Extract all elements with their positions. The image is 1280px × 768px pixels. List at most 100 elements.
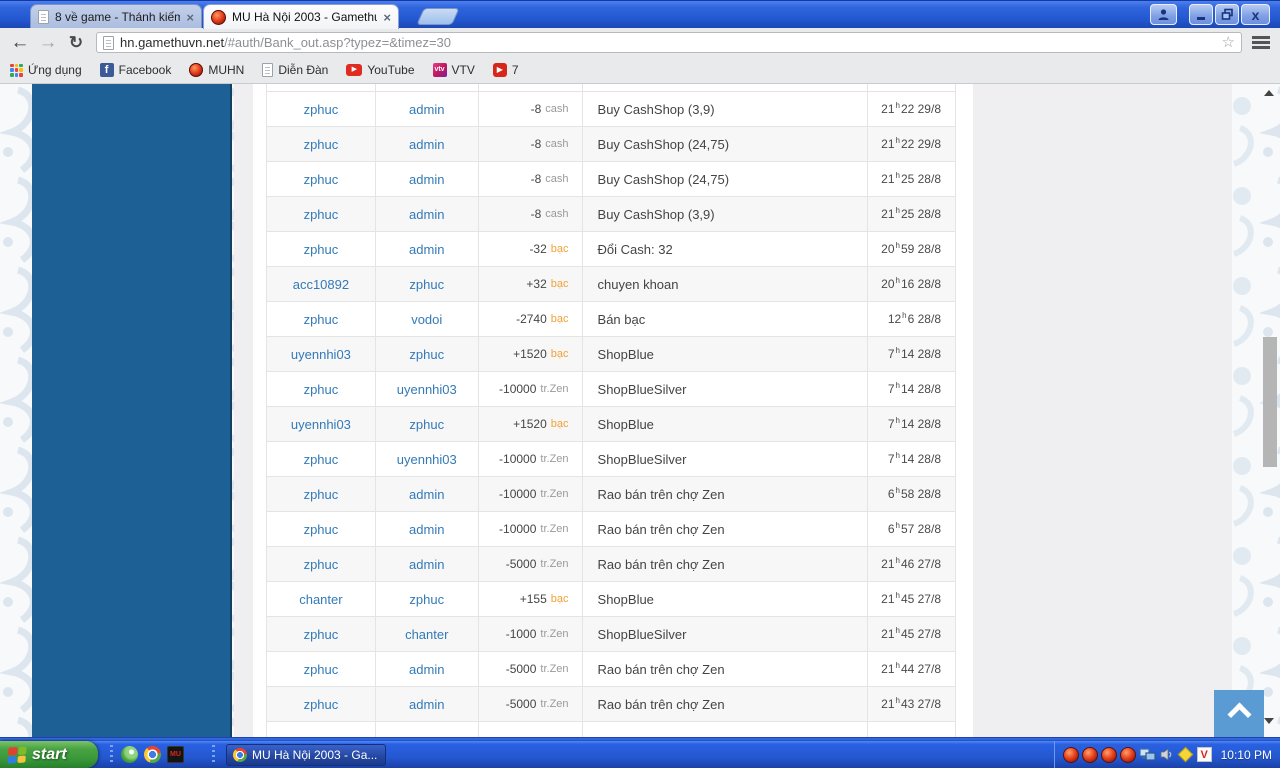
from-user-link[interactable]: zphuc [304,207,339,222]
forward-button[interactable]: → [34,32,62,54]
table-row: zphuc admin -5000 tr.Zen Rao bán trên chợ Ze… [267,687,956,722]
to-user-link[interactable]: admin [409,137,444,152]
tab-active[interactable]: MU Hà Nội 2003 - GamethuVN × [203,4,399,29]
quicklaunch-mu-icon[interactable]: MU [167,746,184,763]
from-user-link[interactable]: zphuc [304,172,339,187]
to-user-link[interactable]: zphuc [409,417,444,432]
to-user-link[interactable]: admin [409,697,444,712]
reload-button[interactable]: ↻ [62,33,90,53]
amount-unit: bạc [550,243,569,255]
to-user-link[interactable]: zphuc [409,347,444,362]
tray-mu-icon[interactable] [1062,746,1079,763]
volume-icon[interactable] [1159,747,1174,762]
to-user-link[interactable]: admin [409,102,444,117]
tab-close-icon[interactable]: × [383,11,391,24]
from-user-link[interactable]: zphuc [304,382,339,397]
browser-toolbar: ← → ↻ hn.gamethuvn.net/#auth/Bank_out.as… [0,28,1280,57]
table-row: zphuc admin -10000 tr.Zen Rao bán trên chợ Z… [267,477,956,512]
from-user-link[interactable]: zphuc [304,452,339,467]
tab-inactive[interactable]: 8 về game - Thánh kiếm Zen × [30,4,202,29]
from-user-link[interactable]: zphuc [304,137,339,152]
menu-icon[interactable] [1252,36,1270,49]
bookmark-label: Diễn Đàn [278,63,329,77]
bookmark-facebook[interactable]: f Facebook [99,63,171,77]
tray-mu-icon[interactable] [1081,746,1098,763]
to-user-link[interactable]: admin [409,172,444,187]
bookmark-7[interactable]: ▶ 7 [492,63,519,77]
to-user-link[interactable]: admin [409,522,444,537]
from-user-link[interactable]: uyennhi03 [291,417,351,432]
tab-title: MU Hà Nội 2003 - GamethuVN [232,10,378,24]
to-user-link[interactable]: zphuc [409,277,444,292]
transaction-time: 21 h 22 29/8 [868,127,956,161]
restore-button[interactable] [1215,4,1239,25]
back-button[interactable]: ← [6,32,34,54]
from-user-link[interactable]: zphuc [304,557,339,572]
from-user-link[interactable]: acc10892 [293,277,349,292]
scrollbar-thumb[interactable] [1263,337,1277,467]
to-user-link[interactable]: admin [409,487,444,502]
amount-unit: tr.Zen [540,698,569,710]
url-text[interactable]: hn.gamethuvn.net/#auth/Bank_out.asp?type… [120,35,1216,50]
bookmark-apps[interactable]: Ứng dụng [10,63,82,77]
v-app-icon[interactable]: V [1196,747,1212,762]
quicklaunch-chrome-icon[interactable] [144,746,161,763]
new-tab-button[interactable] [416,8,460,25]
scrollbar-down-arrow[interactable] [1264,718,1274,724]
messenger-diamond-icon[interactable] [1177,746,1193,763]
address-bar[interactable]: hn.gamethuvn.net/#auth/Bank_out.asp?type… [96,32,1242,53]
from-user-link[interactable]: zphuc [304,312,339,327]
to-user-link[interactable]: uyennhi03 [397,382,457,397]
to-user-link[interactable]: uyennhi03 [397,452,457,467]
from-user-link[interactable]: zphuc [304,662,339,677]
minimize-button[interactable] [1189,4,1213,25]
play-icon: ▶ [492,63,507,77]
bookmark-star-icon[interactable]: ☆ [1222,35,1235,50]
to-user-link[interactable]: zphuc [409,592,444,607]
from-user-link[interactable]: zphuc [304,522,339,537]
from-user-link[interactable]: uyennhi03 [291,347,351,362]
profile-button[interactable] [1150,4,1177,25]
scroll-to-top-button[interactable] [1214,690,1264,737]
from-user-link[interactable]: zphuc [304,487,339,502]
mu-icon [189,63,204,77]
to-user-link[interactable]: vodoi [411,312,442,327]
from-user-link[interactable]: zphuc [304,242,339,257]
to-user-link[interactable]: admin [409,207,444,222]
transaction-description: Rao bán trên chợ Zen [583,477,869,511]
to-user-link[interactable]: chanter [405,627,448,642]
start-button[interactable]: start [0,741,98,768]
amount-unit: tr.Zen [540,523,569,535]
amount-value: +1520 [513,347,547,361]
amount-unit: tr.Zen [540,558,569,570]
browser-titlebar: 8 về game - Thánh kiếm Zen × MU Hà Nội 2… [0,0,1280,29]
minimize-icon [1197,16,1205,20]
to-user-link[interactable]: admin [409,242,444,257]
scrollbar-up-arrow[interactable] [1264,90,1274,96]
person-icon [1158,9,1169,20]
to-user-link[interactable]: admin [409,557,444,572]
tray-mu-icon[interactable] [1119,746,1136,763]
from-user-link[interactable]: chanter [299,592,342,607]
bookmark-muhn[interactable]: MUHN [189,63,244,77]
to-user-link[interactable]: admin [409,662,444,677]
tab-close-icon[interactable]: × [186,11,194,24]
quicklaunch-gcafe-icon[interactable] [121,746,138,763]
transactions-panel: zphuc admin -8 cash Buy CashShop (3,9) 21 h 22 … [253,84,973,737]
from-user-link[interactable]: zphuc [304,627,339,642]
tab-title: 8 về game - Thánh kiếm Zen [55,10,181,24]
transaction-description: Rao bán trên chợ Zen [583,512,869,546]
bookmark-youtube[interactable]: ▶ YouTube [346,63,415,77]
amount-unit: bạc [550,348,569,360]
from-user-link[interactable]: zphuc [304,697,339,712]
from-user-link[interactable]: zphuc [304,102,339,117]
bookmark-vtv[interactable]: vtv VTV [432,63,475,77]
document-favicon-icon [38,10,49,24]
close-button[interactable]: x [1241,4,1270,25]
bookmark-dien-dan[interactable]: Diễn Đàn [262,63,328,77]
taskbar-clock: 10:10 PM [1220,747,1272,762]
tray-mu-icon[interactable] [1100,746,1117,763]
amount-unit: bạc [550,313,569,325]
network-icon[interactable] [1139,747,1156,763]
taskbar-task-button[interactable]: MU Hà Nội 2003 - Ga... [226,744,386,766]
